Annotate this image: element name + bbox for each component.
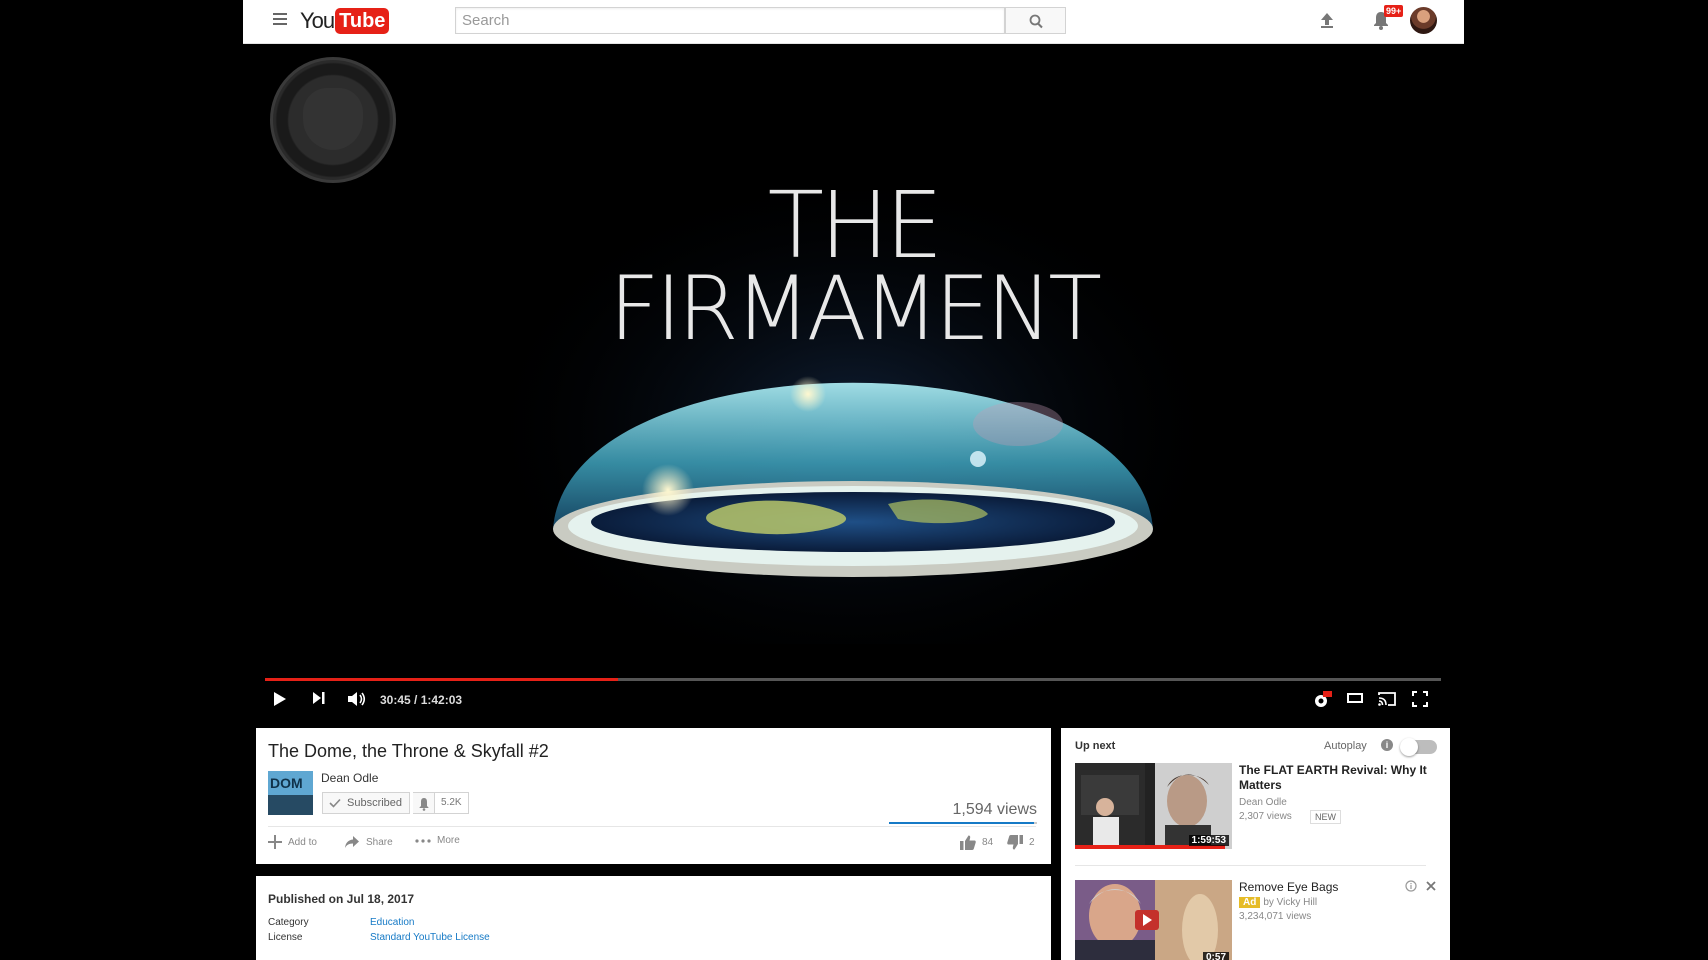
avatar[interactable] [1410, 7, 1437, 34]
like-button[interactable]: 84 [960, 835, 993, 850]
up-next-video-item[interactable]: 1:59:53 The FLAT EARTH Revival: Why It M… [1075, 763, 1440, 851]
menu-icon[interactable] [273, 13, 287, 27]
video-duration: 0:57 [1202, 952, 1229, 960]
video-title-link[interactable]: The FLAT EARTH Revival: Why It Matters [1239, 763, 1434, 793]
thumbs-down-icon [1007, 835, 1023, 850]
license-value: Standard YouTube License [370, 932, 490, 943]
subscribed-label: Subscribed [347, 797, 403, 809]
progress-bar[interactable] [265, 678, 1441, 681]
channel-name-link[interactable]: Dean Odle [321, 771, 378, 785]
dislike-count: 2 [1029, 837, 1035, 848]
share-icon [345, 836, 359, 848]
video-thumbnail[interactable]: 1:59:53 [1075, 763, 1232, 849]
theater-icon[interactable] [1347, 691, 1363, 705]
player-controls: 30:45 / 1:42:03 [243, 684, 1464, 714]
time-display: 30:45 / 1:42:03 [380, 693, 463, 707]
ad-views: 3,234,071 views [1239, 911, 1312, 922]
more-icon [415, 838, 431, 843]
more-label: More [437, 835, 460, 846]
up-next-label: Up next [1075, 740, 1116, 752]
play-icon[interactable] [273, 691, 287, 707]
divider [1075, 865, 1426, 866]
masthead: You Tube 99+ [243, 0, 1464, 44]
youtube-logo[interactable]: You Tube [300, 8, 390, 34]
cast-icon[interactable] [1377, 691, 1397, 707]
like-count: 84 [982, 837, 994, 848]
add-to-label: Add to [288, 836, 317, 848]
channel-watermark-logo [270, 57, 396, 183]
volume-icon[interactable] [347, 691, 367, 707]
logo-you-text: You [300, 8, 335, 33]
plus-icon [268, 835, 282, 849]
new-badge: NEW [1310, 810, 1341, 824]
upload-icon[interactable] [1317, 10, 1337, 30]
channel-thumbnail[interactable]: DOM [268, 771, 313, 815]
search-box [455, 7, 1005, 34]
settings-icon[interactable] [1312, 691, 1332, 709]
next-icon[interactable] [312, 691, 326, 705]
notification-preference-button[interactable] [413, 792, 435, 814]
notification-count-badge: 99+ [1384, 5, 1404, 17]
category-label: Category [268, 917, 309, 928]
view-count: 1,594 views [952, 801, 1038, 818]
search-button[interactable] [1005, 7, 1066, 34]
video-duration: 1:59:53 [1188, 835, 1229, 846]
subscriber-count: 5.2K [435, 792, 469, 814]
thumbnail-image [1075, 880, 1232, 960]
video-player[interactable]: THE FIRMAMENT 30:45 / 1:42:03 [243, 44, 1464, 715]
fullscreen-icon[interactable] [1412, 691, 1428, 707]
youtube-watch-page: You Tube 99+ [0, 0, 1708, 960]
progress-bar-fill [265, 678, 618, 681]
license-label: License [268, 932, 303, 943]
divider [268, 826, 1036, 827]
video-views: 2,307 views [1239, 811, 1292, 822]
ad-channel: by Vicky Hill [1263, 897, 1318, 908]
channel-thumb-text: DOM [270, 775, 303, 791]
more-button[interactable]: More [415, 835, 460, 846]
ad-channel-line: Ad by Vicky Hill [1239, 897, 1317, 908]
video-title-line2: FIRMAMENT [609, 257, 1102, 360]
category-value-link[interactable]: Education [370, 917, 414, 928]
ad-badge: Ad [1239, 897, 1261, 908]
watch-title: The Dome, the Throne & Skyfall #2 [268, 741, 549, 761]
autoplay-label: Autoplay [1324, 740, 1367, 752]
autoplay-toggle[interactable] [1400, 738, 1437, 756]
check-icon [329, 798, 341, 808]
info-icon[interactable] [1405, 880, 1417, 892]
video-channel: Dean Odle [1239, 797, 1287, 808]
description-card: Published on Jul 18, 2017 Category Educa… [256, 876, 1051, 960]
share-label: Share [366, 836, 393, 848]
search-input[interactable] [456, 8, 1004, 33]
search-icon [1029, 14, 1043, 29]
logo-tube-text: Tube [335, 8, 390, 34]
subscribed-button[interactable]: Subscribed [322, 792, 411, 814]
share-button[interactable]: Share [344, 835, 393, 849]
info-icon[interactable]: i [1381, 739, 1393, 751]
like-dislike-ratio-bar [889, 822, 1037, 824]
bell-icon [419, 798, 429, 811]
publish-date: Published on Jul 18, 2017 [268, 892, 415, 906]
like-ratio-fill [889, 822, 1034, 824]
close-icon[interactable] [1425, 880, 1437, 892]
thumbs-up-icon [960, 835, 976, 850]
ad-video-item[interactable]: 0:57 Remove Eye Bags Ad by Vicky Hill 3,2… [1075, 880, 1440, 960]
video-info-card: The Dome, the Throne & Skyfall #2 DOM De… [256, 728, 1051, 864]
add-to-button[interactable]: Add to [268, 835, 317, 849]
up-next-sidebar: Up next Autoplay i 1:59:53 The FLAT EART… [1061, 728, 1450, 960]
dislike-button[interactable]: 2 [1007, 835, 1035, 850]
ad-thumbnail[interactable]: 0:57 [1075, 880, 1232, 960]
